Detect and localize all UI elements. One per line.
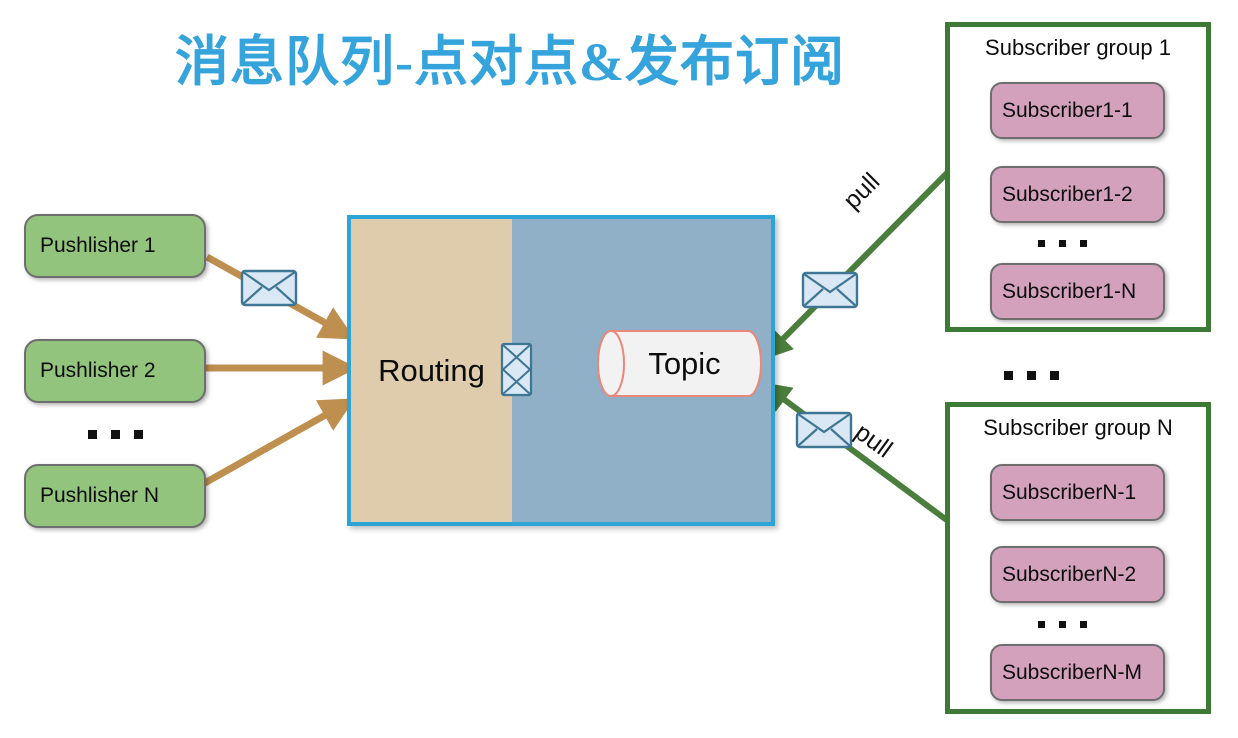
pull-label-top: pull [838,167,886,215]
subscriber-label: SubscriberN-M [1002,660,1143,684]
publisher-label: Pushlisher 2 [40,359,156,382]
subscriber-group-n-ellipsis [1038,621,1087,628]
subscriber-label: Subscriber1-1 [1002,98,1133,122]
page-title: 消息队列-点对点&发布订阅 [175,32,845,92]
subscriber-label: SubscriberN-1 [1002,480,1137,504]
subscriber-node[interactable]: SubscriberN-2 [990,546,1165,603]
topic-label-wrap: Topic [597,330,762,397]
groups-ellipsis [1004,371,1059,380]
envelope-icon [500,342,533,397]
subscriber-node[interactable]: Subscriber1-N [990,263,1165,320]
subscriber-node[interactable]: Subscriber1-1 [990,82,1165,139]
publisher-label: Pushlisher 1 [40,234,156,257]
routing-panel: Routing [351,219,512,522]
diagram-canvas: 消息队列-点对点&发布订阅 Pushlisher 1 Pushlisher 2 … [0,0,1238,738]
arrow-publisherN-to-routing [201,398,356,488]
publisher-label: Pushlisher N [40,484,160,507]
pull-label-bottom: pull [849,418,898,464]
publisher-node-1[interactable]: Pushlisher 1 [24,214,206,278]
publishers-ellipsis [88,430,143,439]
topic-label: Topic [648,345,721,381]
subscriber-group-1-ellipsis [1038,240,1087,247]
envelope-icon [795,411,853,449]
subscriber-node[interactable]: SubscriberN-M [990,644,1165,701]
subscriber-group-title: Subscriber group N [983,415,1173,440]
publisher-node-2[interactable]: Pushlisher 2 [24,339,206,403]
subscriber-group-title: Subscriber group 1 [985,35,1171,60]
envelope-icon [240,269,298,307]
subscriber-label: Subscriber1-N [1002,279,1137,303]
subscriber-node[interactable]: SubscriberN-1 [990,464,1165,521]
subscriber-node[interactable]: Subscriber1-2 [990,166,1165,223]
subscriber-label: SubscriberN-2 [1002,562,1137,586]
envelope-icon [801,271,859,309]
subscriber-label: Subscriber1-2 [1002,182,1133,206]
subscriber-group-1: Subscriber group 1 Subscriber1-1 Subscri… [945,22,1211,332]
publisher-node-n[interactable]: Pushlisher N [24,464,206,528]
broker-box: Routing Topic [347,215,775,526]
subscriber-group-n: Subscriber group N SubscriberN-1 Subscri… [945,402,1211,714]
routing-label: Routing [378,352,485,388]
